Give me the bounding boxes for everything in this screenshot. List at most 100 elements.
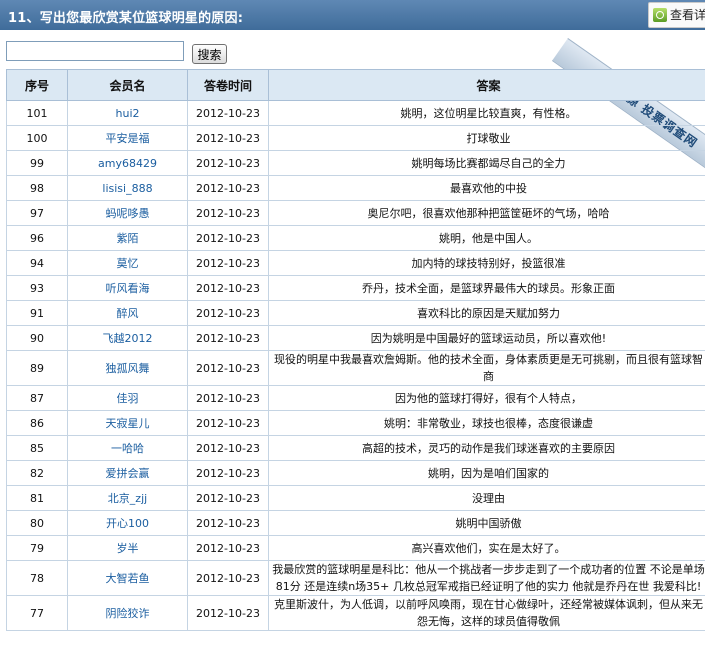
cell-date: 2012-10-23	[187, 275, 269, 301]
cell-date: 2012-10-23	[187, 125, 269, 151]
view-details-button[interactable]: 查看详	[648, 2, 705, 28]
table-row: 86 天寂星儿 2012-10-23 姚明：非常敬业，球技也很棒，态度很谦虚	[6, 410, 705, 436]
cell-member[interactable]: 平安是福	[67, 125, 188, 151]
cell-id: 91	[6, 300, 68, 326]
cell-member[interactable]: hui2	[67, 100, 188, 126]
cell-id: 93	[6, 275, 68, 301]
table-row: 90 飞越2012 2012-10-23 因为姚明是中国最好的篮球运动员，所以喜欢他!	[6, 325, 705, 351]
cell-answer: 没理由	[268, 485, 705, 511]
cell-id: 100	[6, 125, 68, 151]
cell-answer: 姚明，因为是咱们国家的	[268, 460, 705, 486]
table-row: 101 hui2 2012-10-23 姚明，这位明星比较直爽，有性格。	[6, 100, 705, 126]
cell-date: 2012-10-23	[187, 560, 269, 596]
cell-date: 2012-10-23	[187, 200, 269, 226]
cell-date: 2012-10-23	[187, 225, 269, 251]
cell-member[interactable]: 佳羽	[67, 385, 188, 411]
cell-id: 86	[6, 410, 68, 436]
table-row: 81 北京_zjj 2012-10-23 没理由	[6, 485, 705, 511]
cell-answer: 高超的技术，灵巧的动作是我们球迷喜欢的主要原因	[268, 435, 705, 461]
cell-answer: 姚明中国骄傲	[268, 510, 705, 536]
cell-date: 2012-10-23	[187, 510, 269, 536]
cell-date: 2012-10-23	[187, 460, 269, 486]
cell-member[interactable]: 紫陌	[67, 225, 188, 251]
cell-member[interactable]: 开心100	[67, 510, 188, 536]
table-row: 77 阴险狡诈 2012-10-23 克里斯波什，为人低调，以前呼风唤雨，现在甘心做绿…	[6, 595, 705, 631]
cell-id: 81	[6, 485, 68, 511]
cell-answer: 奥尼尔吧，很喜欢他那种把篮筐砸坏的气场，哈哈	[268, 200, 705, 226]
table-row: 91 醉风 2012-10-23 喜欢科比的原因是天赋加努力	[6, 300, 705, 326]
cell-answer: 最喜欢他的中投	[268, 175, 705, 201]
cell-id: 85	[6, 435, 68, 461]
cell-id: 101	[6, 100, 68, 126]
cell-date: 2012-10-23	[187, 410, 269, 436]
cell-id: 90	[6, 325, 68, 351]
cell-id: 80	[6, 510, 68, 536]
table-row: 93 听风看海 2012-10-23 乔丹，技术全面，是篮球界最伟大的球员。形象正面	[6, 275, 705, 301]
cell-answer: 现役的明星中我最喜欢詹姆斯。他的技术全面，身体素质更是无可挑剔，而且很有篮球智商	[268, 350, 705, 386]
cell-member[interactable]: 醉风	[67, 300, 188, 326]
cell-date: 2012-10-23	[187, 100, 269, 126]
cell-date: 2012-10-23	[187, 435, 269, 461]
answers-table: 序号 会员名 答卷时间 答案 101 hui2 2012-10-23 姚明，这位明星比…	[6, 69, 705, 631]
cell-member[interactable]: amy68429	[67, 150, 188, 176]
table-row: 98 lisisi_888 2012-10-23 最喜欢他的中投	[6, 175, 705, 201]
cell-id: 79	[6, 535, 68, 561]
cell-id: 77	[6, 595, 68, 631]
cell-date: 2012-10-23	[187, 150, 269, 176]
column-header-date[interactable]: 答卷时间	[187, 69, 269, 101]
cell-id: 98	[6, 175, 68, 201]
question-title: 11、写出您最欣赏某位篮球明星的原因:	[8, 11, 244, 26]
cell-member[interactable]: 岁半	[67, 535, 188, 561]
cell-answer: 姚明，这位明星比较直爽，有性格。	[268, 100, 705, 126]
cell-member[interactable]: 大智若鱼	[67, 560, 188, 596]
table-row: 85 一哈哈 2012-10-23 高超的技术，灵巧的动作是我们球迷喜欢的主要原因	[6, 435, 705, 461]
cell-member[interactable]: 阴险狡诈	[67, 595, 188, 631]
column-header-id[interactable]: 序号	[6, 69, 68, 101]
page-header: 11、写出您最欣赏某位篮球明星的原因:	[0, 0, 705, 30]
table-row: 100 平安是福 2012-10-23 打球敬业	[6, 125, 705, 151]
cell-id: 99	[6, 150, 68, 176]
table-row: 99 amy68429 2012-10-23 姚明每场比赛都竭尽自己的全力	[6, 150, 705, 176]
cell-id: 78	[6, 560, 68, 596]
cell-answer: 打球敬业	[268, 125, 705, 151]
cell-answer: 姚明每场比赛都竭尽自己的全力	[268, 150, 705, 176]
table-row: 96 紫陌 2012-10-23 姚明，他是中国人。	[6, 225, 705, 251]
cell-id: 89	[6, 350, 68, 386]
cell-date: 2012-10-23	[187, 385, 269, 411]
cell-date: 2012-10-23	[187, 485, 269, 511]
cell-member[interactable]: 飞越2012	[67, 325, 188, 351]
cell-date: 2012-10-23	[187, 350, 269, 386]
table-header-row: 序号 会员名 答卷时间 答案	[6, 69, 705, 101]
cell-member[interactable]: 听风看海	[67, 275, 188, 301]
search-input[interactable]	[6, 41, 184, 61]
cell-member[interactable]: 蚂呢哆愚	[67, 200, 188, 226]
table-row: 80 开心100 2012-10-23 姚明中国骄傲	[6, 510, 705, 536]
cell-answer: 乔丹，技术全面，是篮球界最伟大的球员。形象正面	[268, 275, 705, 301]
cell-date: 2012-10-23	[187, 535, 269, 561]
cell-member[interactable]: 天寂星儿	[67, 410, 188, 436]
search-button[interactable]: 搜索	[192, 44, 227, 64]
cell-date: 2012-10-23	[187, 300, 269, 326]
cell-date: 2012-10-23	[187, 250, 269, 276]
view-details-label: 查看详	[670, 8, 705, 22]
cell-id: 94	[6, 250, 68, 276]
cell-member[interactable]: 爱拼会赢	[67, 460, 188, 486]
column-header-member[interactable]: 会员名	[67, 69, 188, 101]
cell-id: 87	[6, 385, 68, 411]
cell-answer: 我最欣赏的篮球明星是科比：他从一个挑战者一步步走到了一个成功者的位置 不论是单场…	[268, 560, 705, 596]
cell-member[interactable]: lisisi_888	[67, 175, 188, 201]
cell-member[interactable]: 莫忆	[67, 250, 188, 276]
cell-id: 97	[6, 200, 68, 226]
cell-answer: 姚明：非常敬业，球技也很棒，态度很谦虚	[268, 410, 705, 436]
cell-id: 96	[6, 225, 68, 251]
cell-id: 82	[6, 460, 68, 486]
cell-answer: 加内特的球技特别好，投篮很准	[268, 250, 705, 276]
cell-answer: 高兴喜欢他们，实在是太好了。	[268, 535, 705, 561]
cell-answer: 因为姚明是中国最好的篮球运动员，所以喜欢他!	[268, 325, 705, 351]
cell-member[interactable]: 北京_zjj	[67, 485, 188, 511]
cell-answer: 克里斯波什，为人低调，以前呼风唤雨，现在甘心做绿叶，还经常被媒体讽刺，但从来无怨…	[268, 595, 705, 631]
cell-answer: 姚明，他是中国人。	[268, 225, 705, 251]
cell-member[interactable]: 独孤风舞	[67, 350, 188, 386]
cell-member[interactable]: 一哈哈	[67, 435, 188, 461]
column-header-answer[interactable]: 答案	[268, 69, 705, 101]
